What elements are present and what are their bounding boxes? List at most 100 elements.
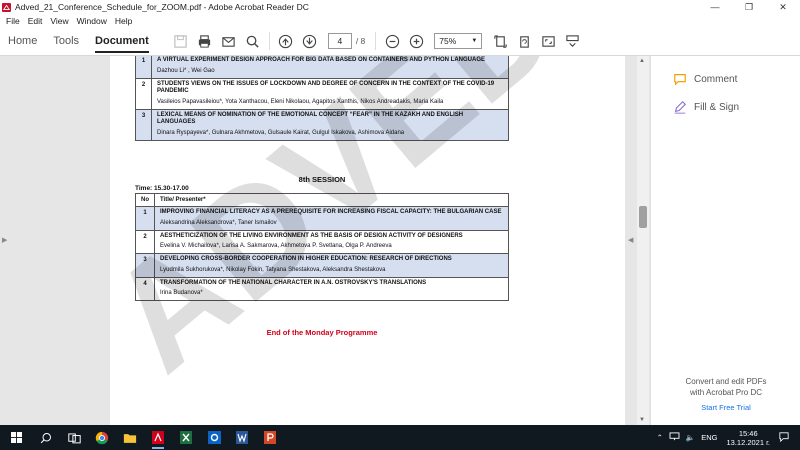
window-title: Adved_21_Conference_Schedule_for_ZOOM.pd…	[15, 2, 309, 12]
zoom-out-button[interactable]	[381, 30, 403, 52]
taskbar-powerpoint[interactable]	[256, 425, 284, 450]
row-number: 2	[135, 229, 155, 254]
column-header-no: No	[135, 193, 155, 207]
acrobat-icon	[152, 431, 164, 444]
windows-logo-icon	[10, 432, 22, 443]
fit-page-icon	[494, 34, 507, 48]
promo-line-2: with Acrobat Pro DC	[689, 388, 763, 397]
row-number: 3	[135, 108, 152, 141]
taskbar-search-button[interactable]	[32, 425, 60, 450]
row-content: A VIRTUAL EXPERIMENT DESIGN APPROACH FOR…	[151, 56, 509, 79]
previous-page-button[interactable]	[275, 30, 297, 52]
plus-circle-icon	[409, 34, 423, 48]
full-screen-button[interactable]	[537, 30, 559, 52]
pdf-page: 1 A VIRTUAL EXPERIMENT DESIGN APPROACH FO…	[110, 56, 625, 425]
document-viewport[interactable]: ▶ 1 A VIRTUAL EXPERIMENT DESIGN APPROACH …	[0, 56, 650, 425]
paper-authors: Evelina V. Michailova*, Larisa A. Sakmar…	[160, 243, 392, 249]
menu-help[interactable]: Help	[115, 16, 132, 26]
scrollbar-thumb[interactable]	[639, 206, 647, 228]
scroll-up-icon[interactable]: ▲	[639, 58, 645, 64]
network-icon[interactable]	[669, 432, 680, 443]
page-number-input[interactable]: 4	[327, 33, 352, 49]
clock[interactable]: 15:46 13.12.2021 г.	[726, 429, 770, 447]
collapse-left-pane-icon[interactable]: ▶	[2, 236, 7, 244]
paper-authors: Dazhou Li* , Wei Gao	[157, 67, 215, 74]
language-indicator[interactable]: ENG	[701, 433, 717, 442]
task-view-button[interactable]	[60, 425, 88, 450]
volume-icon[interactable]: 🔈	[686, 433, 695, 442]
table-row: 4 TRANSFORMATION OF THE NATIONAL CHARACTE…	[135, 276, 509, 301]
fit-page-button[interactable]	[489, 30, 511, 52]
start-free-trial-link[interactable]: Start Free Trial	[651, 403, 800, 412]
close-button[interactable]: ✕	[766, 0, 800, 14]
acrobat-app-icon	[2, 2, 11, 12]
save-icon	[174, 34, 187, 48]
scrolling-mode-button[interactable]	[561, 30, 583, 52]
comment-label: Comment	[694, 73, 738, 85]
expand-right-pane-icon[interactable]: ◀	[628, 236, 633, 244]
end-of-programme-text: End of the Monday Programme	[266, 328, 378, 337]
menu-edit[interactable]: Edit	[28, 16, 43, 26]
fill-sign-label: Fill & Sign	[694, 101, 740, 113]
rotate-page-icon	[519, 35, 529, 48]
paper-title: LEXICAL MEANS OF NOMINATION OF THE EMOTI…	[157, 111, 464, 126]
table-row: 1 A VIRTUAL EXPERIMENT DESIGN APPROACH FO…	[135, 56, 509, 79]
task-view-icon	[67, 432, 81, 443]
row-number: 3	[135, 253, 155, 278]
show-hidden-icons-icon[interactable]: ⌃	[657, 433, 663, 442]
zoom-in-button[interactable]	[405, 30, 427, 52]
excel-icon	[180, 431, 192, 444]
schedule-table-previous: 1 A VIRTUAL EXPERIMENT DESIGN APPROACH FO…	[135, 56, 509, 141]
search-button[interactable]	[242, 30, 264, 52]
scroll-down-icon[interactable]: ▼	[639, 417, 645, 423]
search-icon	[247, 35, 259, 48]
row-content: STUDENTS VIEWS ON THE ISSUES OF LOCKDOWN…	[151, 77, 509, 110]
save-button[interactable]	[170, 30, 192, 52]
mail-icon	[222, 36, 235, 47]
row-content: TRANSFORMATION OF THE NATIONAL CHARACTER…	[154, 276, 509, 301]
fill-sign-tool[interactable]: Fill & Sign	[673, 100, 739, 114]
vertical-scrollbar[interactable]: ▲ ▼	[637, 56, 649, 425]
comment-tool[interactable]: Comment	[673, 72, 737, 86]
menu-bar: File Edit View Window Help	[0, 14, 134, 27]
tab-document[interactable]: Document	[87, 27, 157, 56]
start-button[interactable]	[0, 425, 32, 450]
notifications-icon[interactable]	[779, 431, 789, 444]
table-row: 3 DEVELOPING CROSS-BORDER COOPERATION IN …	[135, 253, 509, 278]
print-button[interactable]	[194, 30, 216, 52]
clock-date: 13.12.2021 г.	[726, 437, 770, 447]
taskbar-acrobat-reader[interactable]	[144, 425, 172, 450]
paper-authors: Irina Budanova*	[160, 290, 203, 296]
taskbar-excel[interactable]	[172, 425, 200, 450]
taskbar-word[interactable]	[228, 425, 256, 450]
menu-window[interactable]: Window	[77, 16, 107, 26]
menu-view[interactable]: View	[50, 16, 68, 26]
restore-button[interactable]: ❐	[732, 0, 766, 14]
tab-home[interactable]: Home	[0, 27, 45, 56]
promo-line-1: Convert and edit PDFs	[685, 377, 767, 386]
paper-title: DEVELOPING CROSS-BORDER COOPERATION IN H…	[160, 256, 452, 262]
full-screen-icon	[542, 35, 555, 47]
table-row: 3 LEXICAL MEANS OF NOMINATION OF THE EMOT…	[135, 108, 509, 141]
taskbar-outlook[interactable]	[200, 425, 228, 450]
tools-pane: Comment Fill & Sign Convert and edit PDF…	[650, 56, 800, 425]
promo-text: Convert and edit PDFs with Acrobat Pro D…	[651, 376, 800, 398]
tab-tools[interactable]: Tools	[45, 27, 87, 56]
minimize-button[interactable]: —	[698, 0, 732, 14]
table-header-row: No Title/ Presenter*	[135, 193, 509, 207]
row-content: AESTHETICIZATION OF THE LIVING ENVIRONME…	[154, 229, 509, 254]
schedule-table-session-8: No Title/ Presenter* 1 IMPROVING FINANCIA…	[135, 193, 509, 301]
taskbar-file-explorer[interactable]	[116, 425, 144, 450]
table-row: 1 IMPROVING FINANCIAL LITERACY AS A PRERE…	[135, 206, 509, 231]
folder-icon	[123, 433, 137, 443]
taskbar-chrome[interactable]	[88, 425, 116, 450]
email-button[interactable]	[218, 30, 240, 52]
row-number: 1	[135, 206, 155, 231]
chrome-icon	[95, 431, 109, 444]
zoom-level-select[interactable]: 75% ▼	[434, 33, 483, 49]
next-page-button[interactable]	[299, 30, 321, 52]
row-content: IMPROVING FINANCIAL LITERACY AS A PREREQ…	[154, 206, 509, 231]
rotate-button[interactable]	[513, 30, 535, 52]
session-time: Time: 15.30-17.00	[135, 185, 189, 192]
menu-file[interactable]: File	[6, 16, 20, 26]
